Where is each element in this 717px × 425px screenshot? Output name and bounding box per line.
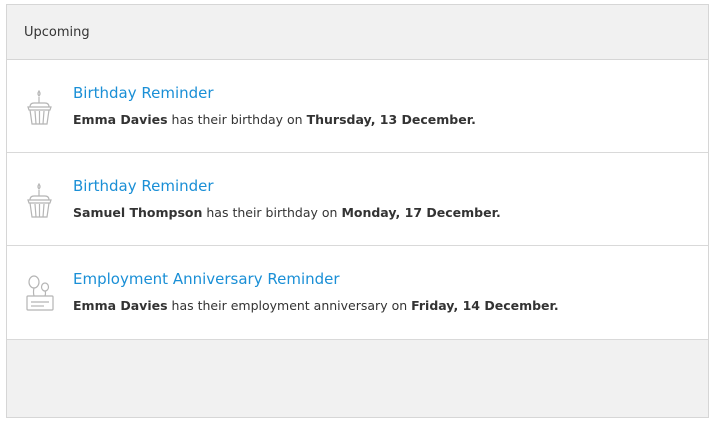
- anniversary-balloons-icon: [24, 272, 56, 316]
- person-name: Samuel Thompson: [73, 205, 203, 220]
- reminder-date: Monday, 17 December.: [341, 205, 501, 220]
- reminder-middle-text: has their birthday on: [171, 112, 303, 127]
- reminder-title-link[interactable]: Birthday Reminder: [73, 84, 214, 102]
- panel-header: Upcoming: [7, 5, 708, 60]
- reminder-date: Friday, 14 December.: [411, 298, 559, 313]
- person-name: Emma Davies: [73, 298, 168, 313]
- reminder-date: Thursday, 13 December.: [306, 112, 476, 127]
- reminder-list: Birthday Reminder Emma Davies has their …: [7, 60, 708, 340]
- birthday-cake-icon: [24, 179, 56, 223]
- reminder-text: Emma Davies has their employment anniver…: [73, 298, 559, 313]
- reminder-title-link[interactable]: Employment Anniversary Reminder: [73, 270, 340, 288]
- list-item: Birthday Reminder Samuel Thompson has th…: [7, 153, 708, 246]
- reminder-text: Samuel Thompson has their birthday on Mo…: [73, 205, 501, 220]
- panel-title: Upcoming: [24, 24, 90, 40]
- list-item: Birthday Reminder Emma Davies has their …: [7, 60, 708, 153]
- list-item: Employment Anniversary Reminder Emma Dav…: [7, 246, 708, 340]
- reminder-text: Emma Davies has their birthday on Thursd…: [73, 112, 476, 127]
- person-name: Emma Davies: [73, 112, 168, 127]
- reminder-middle-text: has their employment anniversary on: [171, 298, 408, 313]
- birthday-cake-icon: [24, 86, 56, 130]
- reminder-title-link[interactable]: Birthday Reminder: [73, 177, 214, 195]
- reminder-middle-text: has their birthday on: [206, 205, 338, 220]
- upcoming-panel: Upcoming Birthday Reminder Emma Davies h…: [6, 4, 709, 418]
